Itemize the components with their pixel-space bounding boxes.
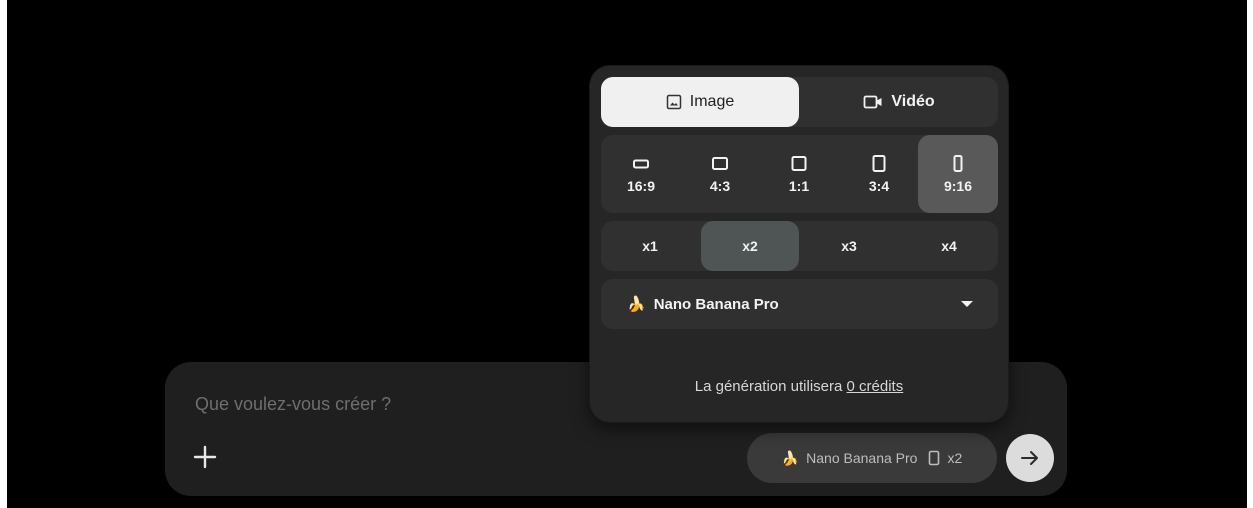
video-camera-icon [863, 95, 882, 109]
mode-tabs: Image Vidéo [601, 77, 998, 127]
landscape-wide-icon [633, 159, 649, 169]
ratio-label: 4:3 [709, 178, 731, 194]
chip-model-label: Nano Banana Pro [806, 450, 918, 466]
plus-icon [193, 445, 217, 469]
tab-video[interactable]: Vidéo [800, 77, 998, 127]
tab-image[interactable]: Image [601, 77, 799, 127]
count-option-x2[interactable]: x2 [701, 221, 799, 271]
arrow-right-icon [1021, 451, 1038, 465]
square-icon [791, 156, 807, 171]
ratio-option-16-9[interactable]: 16:9 [601, 135, 681, 213]
tab-image-label: Image [689, 93, 735, 110]
credits-link[interactable]: 0 crédits [847, 378, 904, 395]
portrait-ratio-icon [929, 450, 940, 466]
credits-info: La génération utilisera 0 crédits [590, 378, 1008, 395]
ratio-label: 9:16 [943, 178, 973, 194]
count-option-x3[interactable]: x3 [800, 221, 898, 271]
count-option-x1[interactable]: x1 [601, 221, 699, 271]
ratio-label: 1:1 [788, 178, 810, 194]
count-option-x4[interactable]: x4 [900, 221, 998, 271]
model-name: Nano Banana Pro [653, 295, 779, 313]
add-button[interactable] [192, 444, 218, 470]
credits-text: La génération utilisera [694, 378, 843, 395]
send-button[interactable] [1006, 434, 1054, 482]
ratio-label: 3:4 [868, 178, 890, 194]
chip-count-label: x2 [947, 450, 963, 466]
model-selected-value: 🍌 Nano Banana Pro [627, 279, 779, 329]
aspect-ratio-selector: 16:9 4:3 1:1 3:4 9:16 [601, 135, 998, 213]
tab-video-label: Vidéo [891, 93, 935, 110]
generation-settings-chip[interactable]: 🍌 Nano Banana Pro x2 [747, 433, 997, 483]
ratio-option-3-4[interactable]: 3:4 [839, 135, 919, 213]
ratio-option-9-16[interactable]: 9:16 [918, 135, 998, 213]
landscape-icon [712, 157, 728, 170]
portrait-icon [872, 155, 886, 172]
model-dropdown[interactable]: 🍌 Nano Banana Pro [601, 279, 998, 329]
image-icon [666, 94, 682, 110]
ratio-option-1-1[interactable]: 1:1 [759, 135, 839, 213]
banana-icon: 🍌 [627, 296, 646, 313]
output-count-selector: x1 x2 x3 x4 [601, 221, 998, 271]
caret-down-icon [961, 301, 973, 307]
ratio-label: 16:9 [626, 178, 656, 194]
portrait-tall-icon [953, 155, 963, 172]
ratio-option-4-3[interactable]: 4:3 [680, 135, 760, 213]
banana-icon: 🍌 [781, 449, 800, 466]
